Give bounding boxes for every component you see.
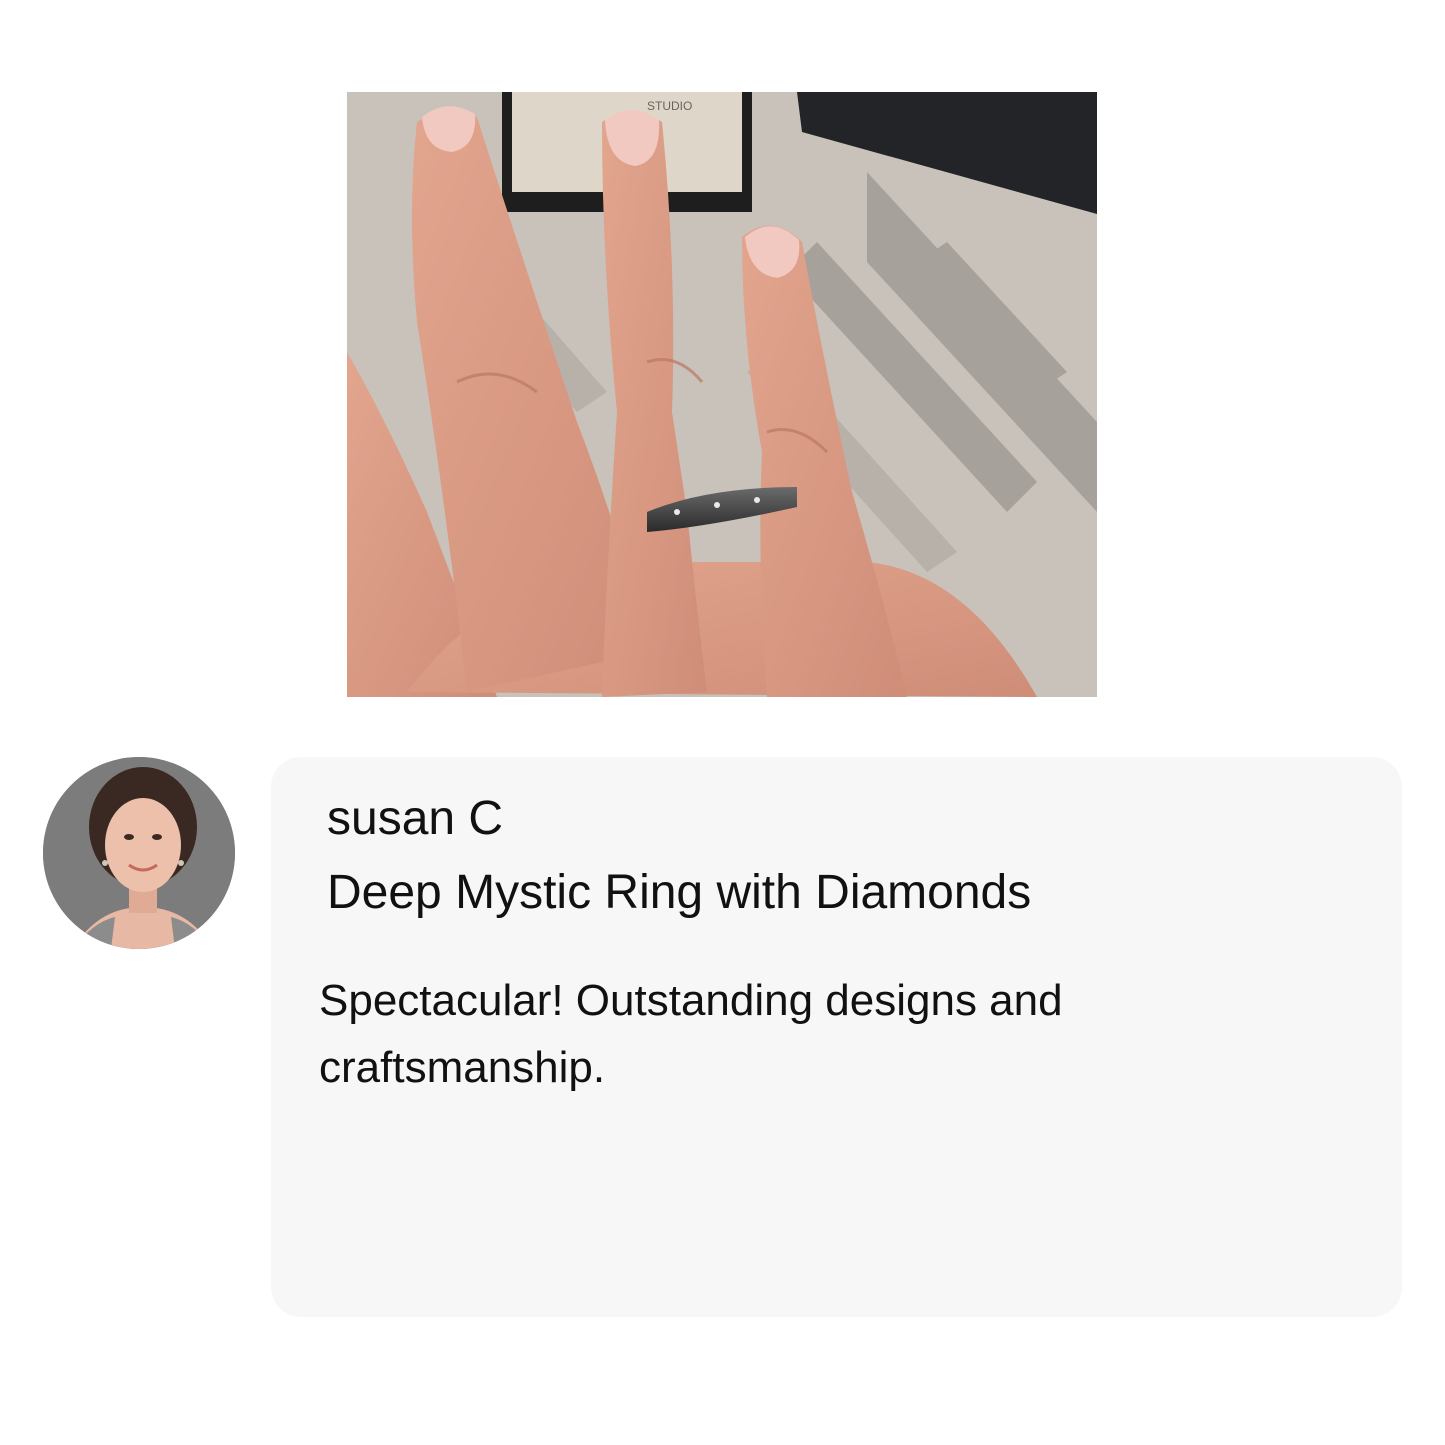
product-title[interactable]: Deep Mystic Ring with Diamonds xyxy=(327,865,1031,921)
reviewer-avatar xyxy=(43,757,235,949)
review-card: susan C Deep Mystic Ring with Diamonds S… xyxy=(271,757,1402,1317)
ring-on-hand-photo-icon: STUDIO xyxy=(347,92,1097,697)
reviewer-portrait-icon xyxy=(43,757,235,949)
reviewer-name: susan C xyxy=(327,792,504,845)
review-text: Spectacular! Outstanding designs and cra… xyxy=(319,976,1063,1092)
product-photo: STUDIO xyxy=(347,92,1097,697)
box-label: STUDIO xyxy=(647,99,692,113)
